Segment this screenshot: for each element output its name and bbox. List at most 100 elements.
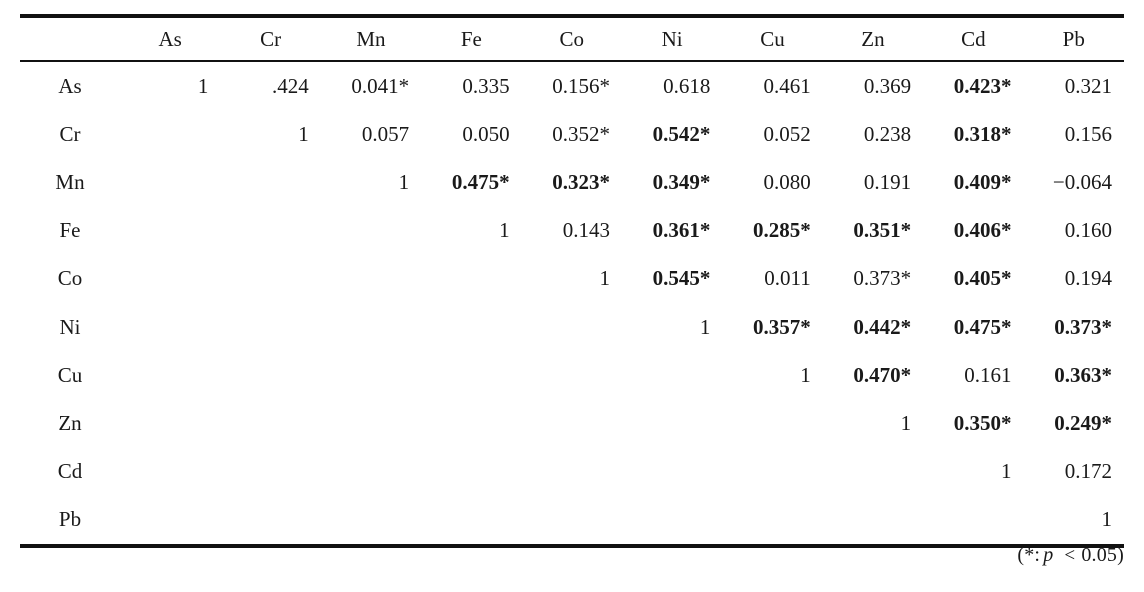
- table-body: As 1 .424 0.041* 0.335 0.156* 0.618 0.461 0.369 0…: [20, 61, 1124, 546]
- cell-as-mn: 0.041*: [351, 73, 410, 98]
- row-label-mn: Mn: [55, 169, 85, 194]
- cell-empty: [120, 399, 220, 447]
- cell-fe-ni: 0.361*: [652, 218, 711, 243]
- cell-empty: [923, 496, 1023, 546]
- cell-as-fe: 0.335: [462, 73, 510, 98]
- cell-mn-cd: 0.409*: [953, 169, 1012, 194]
- table-row: Zn 1 0.350* 0.249*: [20, 399, 1124, 447]
- column-header-zn: Zn: [861, 26, 885, 51]
- cell-co-cd: 0.405*: [953, 266, 1012, 291]
- cell-empty: [120, 110, 220, 158]
- footnote-operator: <: [1064, 545, 1076, 566]
- cell-cu-pb: 0.363*: [1054, 362, 1112, 387]
- cell-as-pb: 0.321: [1064, 73, 1112, 98]
- cell-ni-pb: 0.373*: [1054, 314, 1112, 339]
- cell-empty: [120, 158, 220, 206]
- cell-empty: [421, 448, 521, 496]
- cell-cd-pb: 0.172: [1064, 459, 1112, 484]
- cell-empty: [722, 448, 822, 496]
- cell-empty: [421, 351, 521, 399]
- column-header-pb: Pb: [1062, 26, 1085, 51]
- footnote-open-text: (*:: [1017, 544, 1041, 566]
- row-label-pb: Pb: [58, 507, 82, 532]
- cell-empty: [120, 448, 220, 496]
- cell-fe-co: 0.143: [562, 218, 610, 243]
- cell-empty: [321, 399, 421, 447]
- cell-ni-cu: 0.357*: [752, 314, 811, 339]
- cell-cr-mn: 0.057: [361, 121, 410, 146]
- cell-as-cu: 0.461: [763, 73, 811, 98]
- cell-mn-mn: 1: [398, 169, 410, 194]
- cell-fe-fe: 1: [499, 218, 510, 243]
- row-label-zn: Zn: [58, 410, 82, 435]
- cell-mn-zn: 0.191: [863, 169, 912, 194]
- cell-zn-cd: 0.350*: [953, 410, 1012, 435]
- cell-as-co: 0.156*: [552, 73, 610, 98]
- column-header-as: As: [158, 26, 182, 51]
- cell-co-zn: 0.373*: [853, 266, 912, 291]
- cell-ni-zn: 0.442*: [853, 314, 912, 339]
- cell-empty: [622, 399, 722, 447]
- cell-pb-pb: 1: [1101, 507, 1113, 532]
- cell-cu-cd: 0.161: [964, 362, 1012, 387]
- correlation-table-container: As Cr Mn Fe Co Ni Cu Zn Cd Pb As 1 .424 0.0…: [0, 0, 1144, 592]
- cell-empty: [220, 303, 320, 351]
- cell-empty: [220, 448, 320, 496]
- cell-empty: [622, 351, 722, 399]
- cell-empty: [120, 303, 220, 351]
- table-row: Cd 1 0.172: [20, 448, 1124, 496]
- cell-empty: [120, 496, 220, 546]
- cell-empty: [522, 303, 622, 351]
- cell-empty: [321, 303, 421, 351]
- table-row: Cu 1 0.470* 0.161 0.363*: [20, 351, 1124, 399]
- row-label-cu: Cu: [57, 362, 83, 387]
- cell-cr-fe: 0.050: [462, 121, 510, 146]
- cell-as-zn: 0.369: [863, 73, 912, 98]
- cell-empty: [421, 255, 521, 303]
- row-label-as: As: [58, 73, 82, 98]
- cell-empty: [522, 448, 622, 496]
- cell-empty: [220, 158, 320, 206]
- cell-as-cr: .424: [272, 73, 309, 98]
- row-label-cr: Cr: [59, 121, 81, 146]
- cell-mn-fe: 0.475*: [451, 169, 510, 194]
- cell-co-cu: 0.011: [764, 266, 811, 291]
- cell-empty: [321, 448, 421, 496]
- column-header-cd: Cd: [961, 26, 986, 51]
- cell-empty: [120, 255, 220, 303]
- cell-cu-cu: 1: [800, 362, 811, 387]
- cell-empty: [220, 207, 320, 255]
- cell-fe-pb: 0.160: [1064, 218, 1112, 243]
- cell-empty: [120, 207, 220, 255]
- cell-empty: [421, 496, 521, 546]
- column-header-cu: Cu: [760, 26, 785, 51]
- cell-empty: [220, 496, 320, 546]
- significance-footnote: (*: p <0.05): [1017, 544, 1124, 567]
- cell-ni-cd: 0.475*: [953, 314, 1012, 339]
- table-row: Cr 1 0.057 0.050 0.352* 0.542* 0.052 0.238 0.318…: [20, 110, 1124, 158]
- row-label-fe: Fe: [59, 218, 81, 243]
- column-header-cr: Cr: [260, 26, 282, 51]
- cell-fe-zn: 0.351*: [853, 218, 912, 243]
- header-row: As Cr Mn Fe Co Ni Cu Zn Cd Pb: [20, 16, 1124, 61]
- cell-empty: [522, 351, 622, 399]
- column-header-co: Co: [559, 26, 585, 51]
- cell-empty: [321, 351, 421, 399]
- table-row: Pb 1: [20, 496, 1124, 546]
- cell-empty: [522, 496, 622, 546]
- cell-empty: [722, 496, 822, 546]
- column-header-fe: Fe: [460, 26, 482, 51]
- cell-as-as: 1: [197, 73, 209, 98]
- cell-empty: [823, 496, 923, 546]
- table-row: Mn 1 0.475* 0.323* 0.349* 0.080 0.191 0.409* −0.…: [20, 158, 1124, 206]
- footnote-threshold-value: 0.05): [1081, 544, 1124, 566]
- cell-empty: [321, 255, 421, 303]
- cell-cd-cd: 1: [1001, 459, 1012, 484]
- cell-zn-pb: 0.249*: [1054, 410, 1112, 435]
- footnote-p-variable: p: [1043, 544, 1054, 566]
- table-row: Co 1 0.545* 0.011 0.373* 0.405* 0.194: [20, 255, 1124, 303]
- cell-empty: [722, 399, 822, 447]
- cell-cu-zn: 0.470*: [853, 362, 912, 387]
- row-label-co: Co: [57, 266, 83, 291]
- cell-mn-ni: 0.349*: [652, 169, 711, 194]
